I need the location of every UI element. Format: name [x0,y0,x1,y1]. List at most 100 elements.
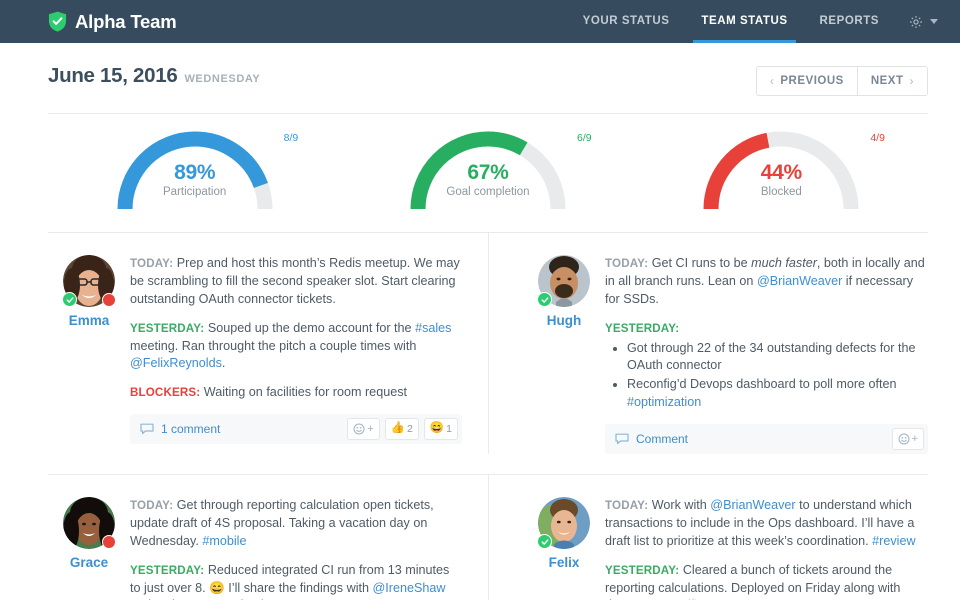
yesterday-label: YESTERDAY: [605,321,680,335]
person-name[interactable]: Felix [523,555,605,570]
comment-bar: Comment + [605,424,928,454]
person-name[interactable]: Emma [48,313,130,328]
shield-check-icon [48,11,67,32]
gauge-value-goal-completion: 67% [467,161,509,184]
nav-your-status[interactable]: YOUR STATUS [567,0,686,43]
smiley-plus-icon [898,433,910,445]
reaction-bar: + 👍 2 😄 1 [342,418,458,441]
next-button[interactable]: NEXT › [856,66,928,96]
metrics-gauges: 89% Participation 8/9 67% Goal completio… [0,114,960,222]
today-block: TODAY: Work with @BrianWeaver to underst… [605,497,928,551]
status-badge-check [62,292,77,307]
gauge-label-blocked: Blocked [760,186,802,199]
person-emma: Emma [48,254,130,454]
gauge-fraction-blocked: 4/9 [870,132,885,144]
settings-menu-button[interactable] [895,15,946,29]
bullet-text: Got through 22 of the 34 outstanding def… [627,340,916,373]
comment-link[interactable]: Comment [615,432,688,446]
status-card-grace: Grace TODAY: Get through reporting calcu… [48,474,488,600]
date-pager: ‹ PREVIOUS NEXT › [755,66,928,96]
mention-felixreynolds[interactable]: @FelixReynolds [130,356,222,370]
gauge-blocked: 44% Blocked 4/9 [635,126,928,222]
reaction-bar: + [887,428,924,450]
speech-bubble-icon [140,423,154,435]
comment-link[interactable]: 1 comment [140,422,220,436]
hashtag-optimization[interactable]: #optimization [627,395,701,409]
person-name[interactable]: Grace [48,555,130,570]
gauge-fraction-participation: 8/9 [283,132,299,144]
yesterday-block: YESTERDAY: Got through 22 of the 34 outs… [605,320,928,412]
add-reaction-button[interactable]: + [891,428,924,450]
yesterday-label: YESTERDAY: [130,321,205,335]
status-badge-blocked [102,535,116,549]
person-grace: Grace [48,496,130,600]
bullet-text: Reconfig’d Devops dashboard to poll more… [627,377,897,392]
chevron-right-icon: › [909,74,914,88]
hashtag-sales[interactable]: #sales [415,321,451,335]
today-label: TODAY: [605,499,649,512]
status-content: TODAY: Prep and host this month’s Redis … [130,254,462,454]
mention-ireneshaw[interactable]: @IreneShaw [373,581,446,595]
mention-brianweaver[interactable]: @BrianWeaver [757,274,842,288]
date-header: June 15, 2016 WEDNESDAY ‹ PREVIOUS NEXT … [0,43,960,96]
brand-logo[interactable]: Alpha Team [48,11,177,33]
reaction-smile[interactable]: 😄 1 [423,418,458,441]
status-badge-blocked [102,293,116,307]
comment-bar: 1 comment + 👍 2 😄 1 [130,414,462,445]
gauge-value-blocked: 44% [760,161,802,184]
status-card-felix: Felix TODAY: Work with @BrianWeaver to u… [488,474,928,600]
status-badge-check [537,534,552,549]
yesterday-bullet-list: Got through 22 of the 34 outstanding def… [605,340,928,413]
status-card-grid: Emma TODAY: Prep and host this month’s R… [0,233,960,600]
chevron-left-icon: ‹ [769,74,775,88]
comment-count: Comment [636,432,689,446]
person-felix: Felix [523,496,605,600]
reaction-count: 2 [406,423,413,436]
today-emphasis: much faster [751,256,817,270]
blockers-block: BLOCKERS: Waiting on facilities for room… [130,384,462,402]
inline-emoji: 😄 [209,580,225,595]
mention-brianweaver[interactable]: @BrianWeaver [710,498,795,512]
list-item: Reconfig’d Devops dashboard to poll more… [627,376,928,412]
reaction-thumbsup[interactable]: 👍 2 [384,418,419,441]
top-navigation-bar: Alpha Team YOUR STATUS TEAM STATUS REPOR… [0,0,960,43]
list-item: Got through 22 of the 34 outstanding def… [627,340,928,376]
status-badge-check [537,292,552,307]
today-label: TODAY: [130,499,174,512]
yesterday-text-pre: Souped up the demo account for the [207,320,416,335]
status-content: TODAY: Work with @BrianWeaver to underst… [605,496,928,600]
yesterday-text-post: . [221,356,226,371]
yesterday-label: YESTERDAY: [130,563,205,577]
person-name[interactable]: Hugh [523,313,605,328]
today-text-pre: Get CI runs to be [651,256,752,270]
add-reaction-button[interactable]: + [347,418,380,441]
brand-name: Alpha Team [75,10,177,32]
today-label: TODAY: [130,257,174,270]
current-weekday: WEDNESDAY [184,73,261,85]
previous-button[interactable]: ‹ PREVIOUS [755,66,857,96]
yesterday-text-mid: I’ll share the findings with [224,580,373,595]
gauge-participation: 89% Participation 8/9 [48,126,341,222]
nav-team-status[interactable]: TEAM STATUS [685,0,803,43]
today-label: TODAY: [605,257,649,270]
yesterday-label: YESTERDAY: [605,563,680,577]
status-card-hugh: Hugh TODAY: Get CI runs to be much faste… [488,233,928,454]
current-date: June 15, 2016 [48,64,178,87]
smiley-plus-icon [353,423,365,435]
status-card-emma: Emma TODAY: Prep and host this month’s R… [48,233,488,454]
gauge-label-participation: Participation [163,186,227,199]
person-hugh: Hugh [523,254,605,454]
gauge-value-participation: 89% [174,161,216,184]
comment-count: 1 comment [161,422,221,437]
today-block: TODAY: Prep and host this month’s Redis … [130,255,462,309]
gear-icon [909,15,923,29]
hashtag-mobile[interactable]: #mobile [202,534,246,548]
reaction-count: 1 [446,423,452,436]
speech-bubble-icon [615,433,629,445]
nav-reports[interactable]: REPORTS [804,0,895,43]
today-block: TODAY: Get through reporting calculation… [130,497,462,551]
yesterday-block: YESTERDAY: Reduced integrated CI run fro… [130,562,462,600]
hashtag-review[interactable]: #review [872,534,915,548]
status-content: TODAY: Get through reporting calculation… [130,496,462,600]
today-text: Prep and host this month’s Redis meetup.… [130,256,460,306]
